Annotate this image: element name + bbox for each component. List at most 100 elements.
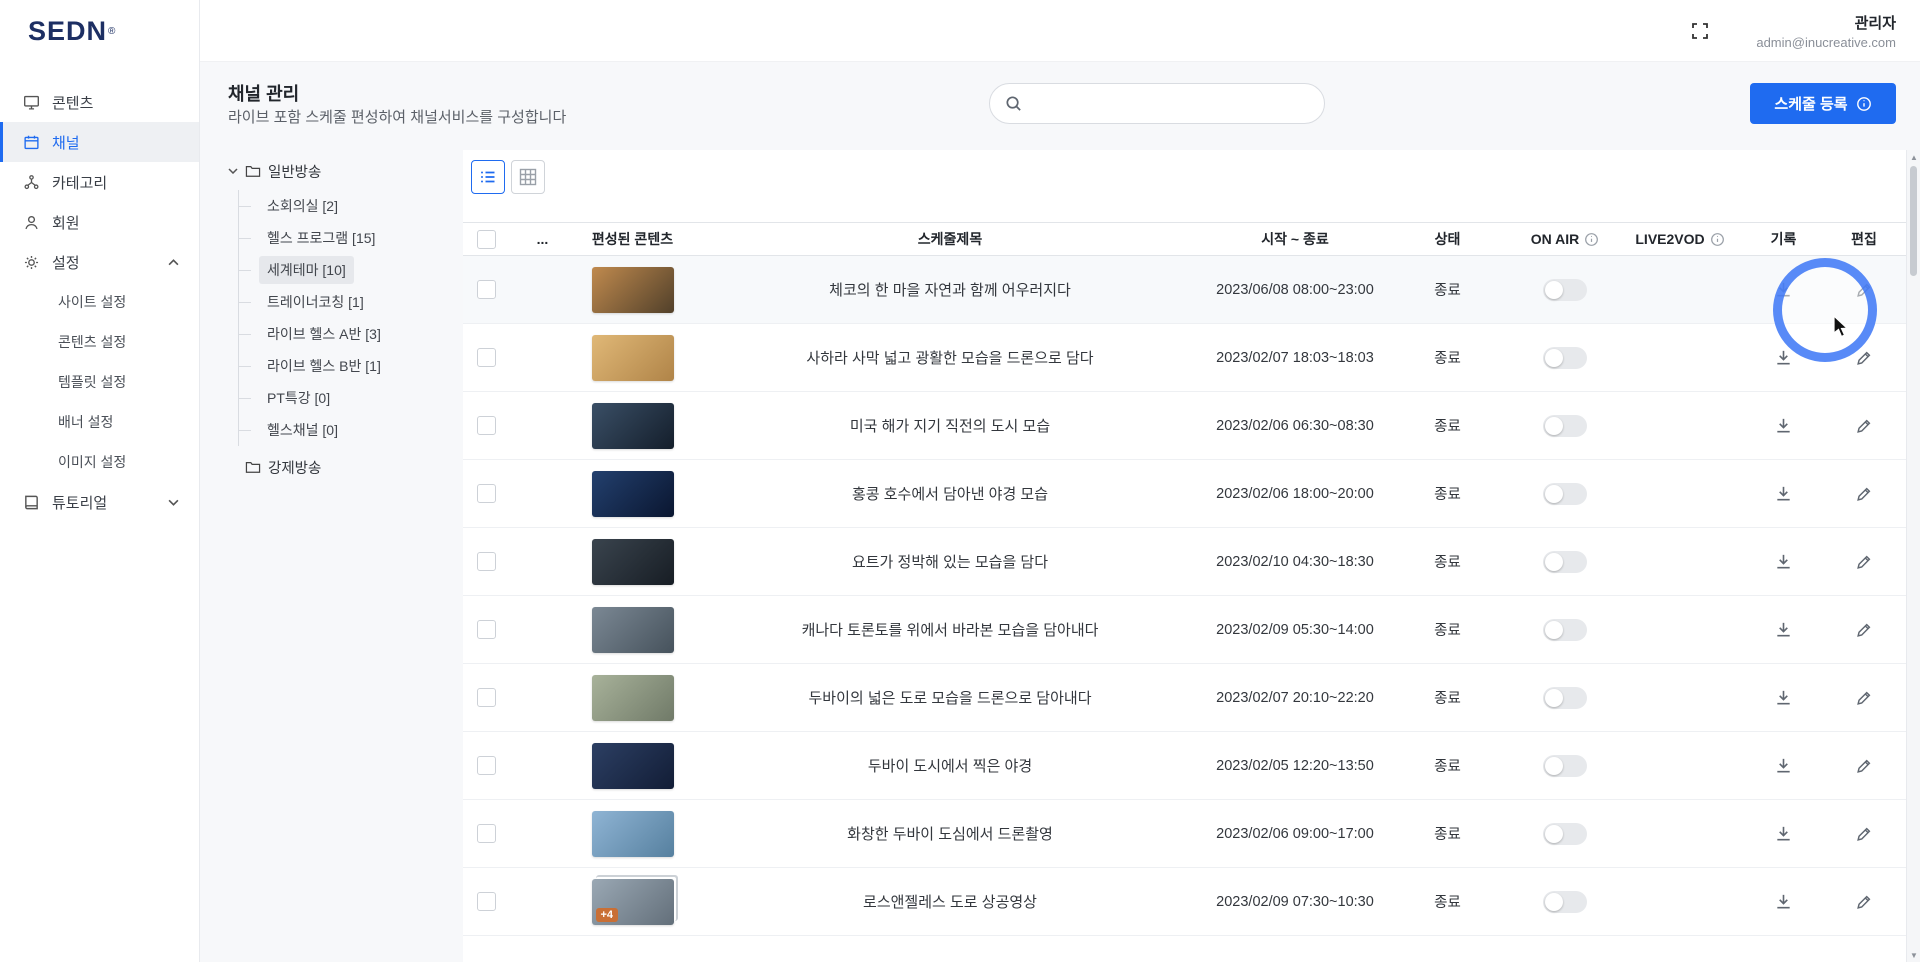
row-thumbnail[interactable] [591,606,674,653]
row-title: 미국 해가 지기 직전의 도시 모습 [849,418,1051,435]
edit-button[interactable] [1851,345,1877,371]
row-thumbnail[interactable] [591,810,674,857]
row-checkbox[interactable] [477,348,496,367]
onair-toggle[interactable] [1543,822,1587,845]
onair-toggle[interactable] [1543,482,1587,505]
edit-button[interactable] [1851,617,1877,643]
onair-toggle[interactable] [1543,890,1587,913]
table-row[interactable]: 사하라 사막 넓고 광활한 모습을 드론으로 담다 2023/02/07 18:… [463,324,1906,392]
scroll-down-arrow[interactable]: ▼ [1907,948,1920,962]
row-thumbnail[interactable] [591,266,674,313]
row-checkbox[interactable] [477,552,496,571]
tree-item[interactable]: 트레이너코칭 [1] [239,286,448,318]
record-download-button[interactable] [1770,888,1797,915]
pencil-icon [1857,419,1871,433]
table-row[interactable]: +4 로스앤젤레스 도로 상공영상 2023/02/09 07:30~10:30… [463,868,1906,936]
row-checkbox[interactable] [477,484,496,503]
user-block: 관리자 admin@inucreative.com [1756,12,1896,50]
edit-button[interactable] [1851,889,1877,915]
grid-view-button[interactable] [511,160,545,194]
row-thumbnail[interactable] [591,402,674,449]
onair-toggle[interactable] [1543,278,1587,301]
row-thumbnail[interactable] [591,334,674,381]
edit-button[interactable] [1851,549,1877,575]
table-row[interactable]: 체코의 한 마을 자연과 함께 어우러지다 2023/06/08 08:00~2… [463,256,1906,324]
row-checkbox[interactable] [477,892,496,911]
sidebar-item-settings[interactable]: 설정 [0,242,199,282]
table-row[interactable]: 두바이의 넓은 도로 모습을 드론으로 담아내다 2023/02/07 20:1… [463,664,1906,732]
row-checkbox[interactable] [477,620,496,639]
record-download-button[interactable] [1770,752,1797,779]
table-row[interactable]: 캐나다 토론토를 위에서 바라본 모습을 담아내다 2023/02/09 05:… [463,596,1906,664]
tree-item-label: 소회의실 [2] [267,198,338,214]
vertical-scrollbar: ▲ ▼ [1906,150,1920,962]
edit-button[interactable] [1851,821,1877,847]
sidebar-sub-item[interactable]: 이미지 설정 [0,442,199,482]
sidebar-item-channel[interactable]: 채널 [0,122,199,162]
row-checkbox[interactable] [477,688,496,707]
row-checkbox[interactable] [477,756,496,775]
edit-button[interactable] [1851,413,1877,439]
tree-item[interactable]: 라이브 헬스 A반 [3] [239,318,448,350]
row-checkbox[interactable] [477,824,496,843]
column-header-ellipsis[interactable]: ... [510,231,575,247]
row-checkbox[interactable] [477,280,496,299]
edit-button[interactable] [1851,481,1877,507]
record-download-button[interactable] [1770,344,1797,371]
table-row[interactable]: 두바이 도시에서 찍은 야경 2023/02/05 12:20~13:50 종료 [463,732,1906,800]
info-icon[interactable] [1584,232,1599,247]
row-thumbnail[interactable] [591,538,674,585]
onair-toggle[interactable] [1543,686,1587,709]
row-checkbox[interactable] [477,416,496,435]
row-thumbnail[interactable]: +4 [591,878,674,925]
tree-item[interactable]: 헬스채널 [0] [239,414,448,446]
sidebar-sub-item[interactable]: 배너 설정 [0,402,199,442]
table-row[interactable]: 화창한 두바이 도심에서 드론촬영 2023/02/06 09:00~17:00… [463,800,1906,868]
table-row[interactable]: 홍콩 호수에서 담아낸 야경 모습 2023/02/06 18:00~20:00… [463,460,1906,528]
onair-toggle[interactable] [1543,754,1587,777]
search-input[interactable] [1031,84,1324,123]
fullscreen-button[interactable] [1690,21,1710,41]
sidebar-item-tutorial[interactable]: 튜토리얼 [0,482,199,522]
tree-item[interactable]: 라이브 헬스 B반 [1] [239,350,448,382]
tree-item[interactable]: 소회의실 [2] [239,190,448,222]
record-download-button[interactable] [1770,276,1797,303]
record-download-button[interactable] [1770,548,1797,575]
list-view-button[interactable] [471,160,505,194]
tree-item[interactable]: 헬스 프로그램 [15] [239,222,448,254]
edit-button[interactable] [1851,277,1877,303]
record-download-button[interactable] [1770,480,1797,507]
table-row[interactable]: 미국 해가 지기 직전의 도시 모습 2023/02/06 06:30~08:3… [463,392,1906,460]
tree-root-forced[interactable]: 강제방송 [228,456,448,478]
sidebar-sub-item[interactable]: 콘텐츠 설정 [0,322,199,362]
sidebar-sub-item[interactable]: 템플릿 설정 [0,362,199,402]
scrollbar-thumb[interactable] [1910,166,1917,276]
tree-root-general[interactable]: 일반방송 [228,160,448,182]
table-row[interactable]: 요트가 정박해 있는 모습을 담다 2023/02/10 04:30~18:30… [463,528,1906,596]
edit-button[interactable] [1851,685,1877,711]
record-download-button[interactable] [1770,616,1797,643]
row-thumbnail[interactable] [591,470,674,517]
edit-button[interactable] [1851,753,1877,779]
record-download-button[interactable] [1770,412,1797,439]
onair-toggle[interactable] [1543,618,1587,641]
info-icon[interactable] [1710,232,1725,247]
sidebar-item-members[interactable]: 회원 [0,202,199,242]
row-thumbnail[interactable] [591,674,674,721]
record-download-button[interactable] [1770,820,1797,847]
schedule-register-button[interactable]: 스케줄 등록 [1750,83,1896,124]
onair-toggle[interactable] [1543,414,1587,437]
onair-toggle[interactable] [1543,346,1587,369]
onair-toggle[interactable] [1543,550,1587,573]
sidebar-sub-item[interactable]: 사이트 설정 [0,282,199,322]
record-download-button[interactable] [1770,684,1797,711]
tree-item[interactable]: PT특강 [0] [239,382,448,414]
row-thumbnail[interactable] [591,742,674,789]
scroll-up-arrow[interactable]: ▲ [1907,150,1920,164]
sidebar-item-category[interactable]: 카테고리 [0,162,199,202]
sidebar-item-contents[interactable]: 콘텐츠 [0,82,199,122]
tree-item[interactable]: 세계테마 [10] [239,254,448,286]
select-all-checkbox[interactable] [477,229,496,249]
column-header-period: 시작 ~ 종료 [1261,231,1329,247]
column-header-edit: 편집 [1851,231,1877,247]
